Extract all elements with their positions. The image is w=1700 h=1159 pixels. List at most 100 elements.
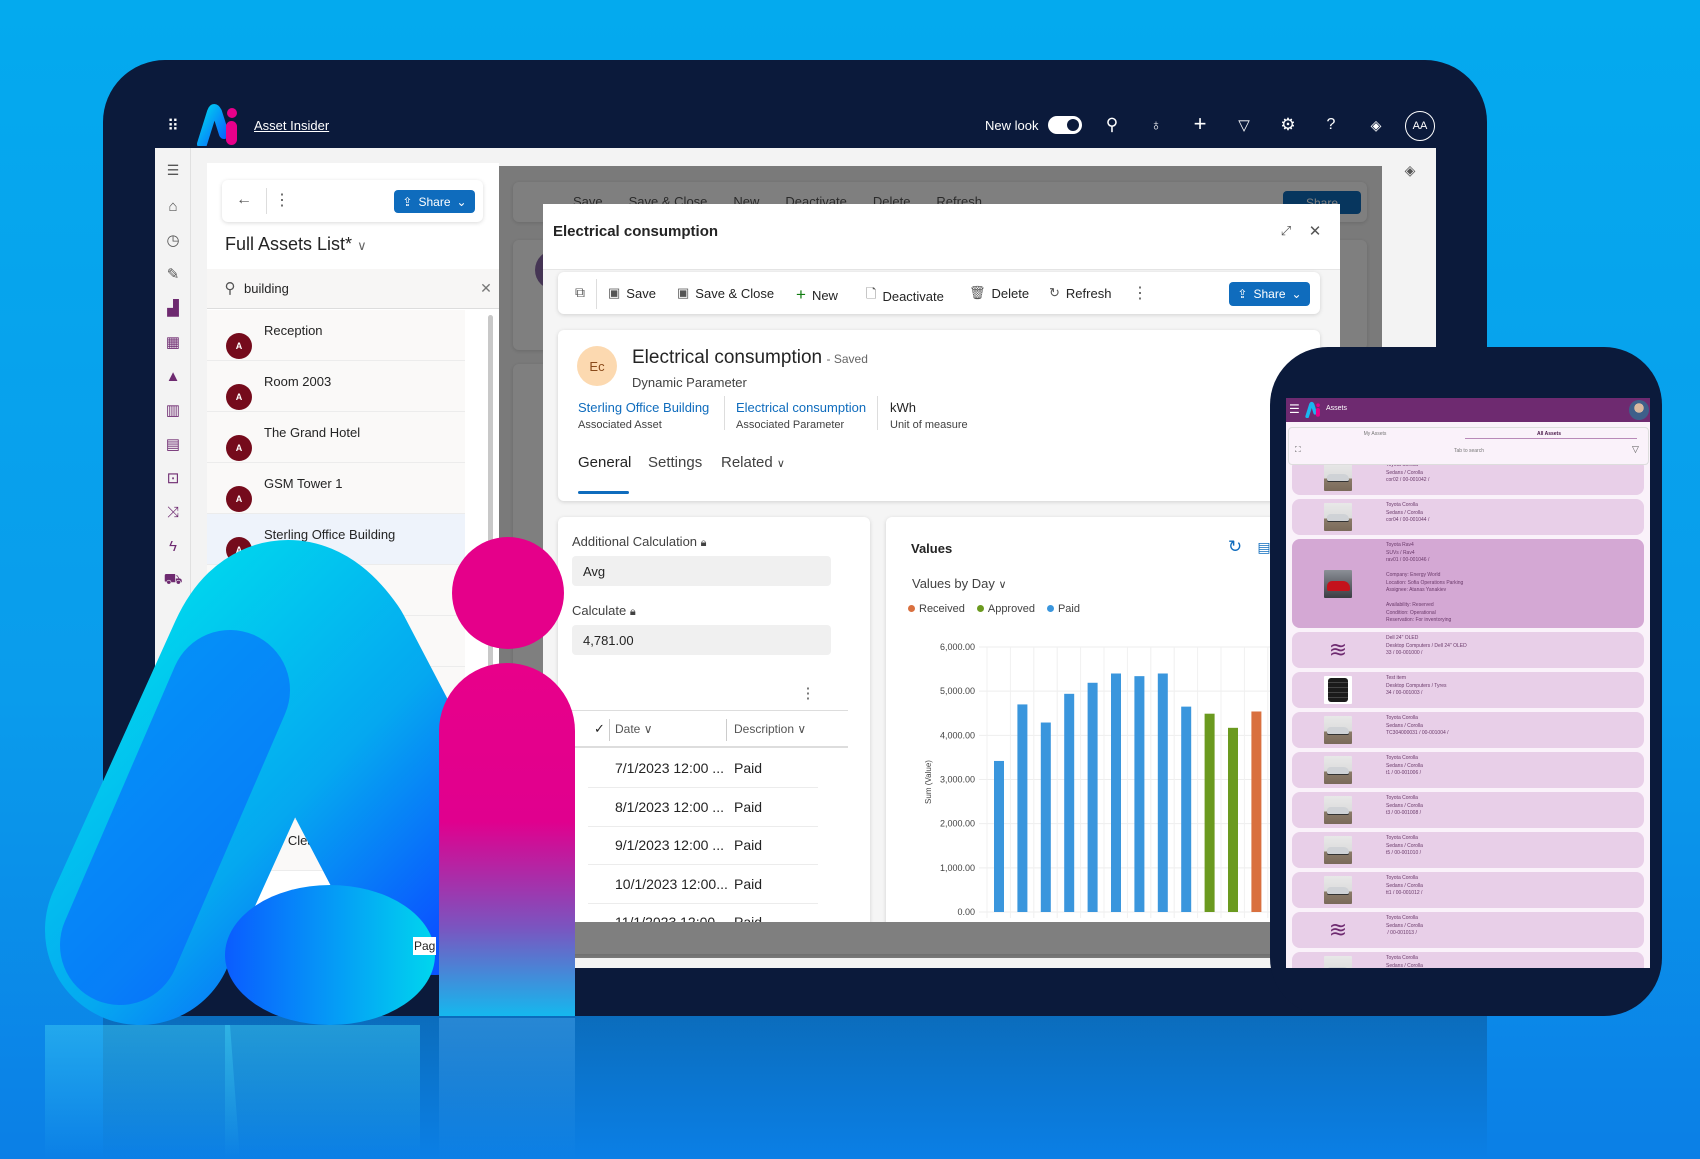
grid-options-icon[interactable]: ⋮ bbox=[801, 683, 816, 703]
lock-icon: 🔒︎ bbox=[629, 606, 636, 618]
bar-paid[interactable] bbox=[1157, 673, 1168, 913]
save-close-button[interactable]: ▣ Save & Close bbox=[677, 285, 774, 301]
chevron-down-icon: ⌄ bbox=[1291, 287, 1302, 301]
phone-asset-item[interactable]: Toyota Corolla Sedans / Corolla bbox=[1292, 952, 1644, 968]
list-item[interactable]: A The Grand Hotel bbox=[207, 412, 465, 463]
chart-icon[interactable]: ▟ bbox=[155, 297, 191, 319]
refresh-button[interactable]: ↻ Refresh bbox=[1049, 285, 1111, 301]
inventory-icon[interactable]: ⊡ bbox=[155, 467, 191, 489]
bar-paid[interactable] bbox=[1181, 706, 1192, 912]
barcode-scan-icon[interactable]: ⛶ bbox=[1295, 445, 1301, 455]
app-launcher-icon[interactable]: ⠿ bbox=[163, 116, 183, 136]
filter-icon[interactable]: ▽ bbox=[1234, 115, 1254, 135]
tab-settings[interactable]: Settings bbox=[648, 454, 702, 471]
share-button[interactable]: ⇪ Share ⌄ bbox=[1229, 282, 1310, 306]
phone-asset-item[interactable]: Toyota Corolla Sedans / Corolla t1 / 00-… bbox=[1292, 752, 1644, 788]
phone-search-input[interactable]: Tab to search bbox=[1409, 448, 1529, 454]
copilot-icon[interactable]: ◈ bbox=[1366, 115, 1386, 135]
header-field-associated-asset[interactable]: Sterling Office Building Associated Asset bbox=[578, 400, 709, 431]
recent-icon[interactable]: ◷ bbox=[155, 229, 191, 251]
deactivate-button[interactable]: 🗋 Deactivate bbox=[866, 285, 944, 307]
save-button[interactable]: ▣ Save bbox=[608, 285, 656, 301]
map-icon[interactable]: ▥ bbox=[155, 399, 191, 421]
search-icon[interactable]: ⚲ bbox=[1102, 115, 1122, 135]
asset-photo bbox=[1324, 876, 1352, 904]
bar-paid[interactable] bbox=[1087, 682, 1098, 912]
user-avatar[interactable] bbox=[1629, 400, 1649, 420]
column-date[interactable]: Date ∨ bbox=[615, 722, 652, 736]
phone-asset-item[interactable]: ≋ Dell 24" OLED Desktop Computers / Dell … bbox=[1292, 632, 1644, 668]
share-button[interactable]: ⇪ Share ⌄ bbox=[394, 190, 475, 213]
expand-icon[interactable]: ⤢ bbox=[1277, 222, 1295, 240]
phone-asset-item[interactable]: Toyota Rav4 SUVs / Rav4 rav01 / 00-00104… bbox=[1292, 539, 1644, 628]
pager-label[interactable]: Pag bbox=[413, 937, 437, 955]
phone-asset-item[interactable]: ≋ Toyota Corolla Sedans / Corolla / 00-00… bbox=[1292, 912, 1644, 948]
more-options-icon[interactable]: ⋮ bbox=[274, 190, 290, 210]
tab-my-assets[interactable]: My Assets bbox=[1345, 431, 1405, 437]
phone-asset-item[interactable]: Toyota Corolla Sedans / Corolla TC304000… bbox=[1292, 712, 1644, 748]
column-description[interactable]: Description ∨ bbox=[734, 722, 806, 736]
calendar-icon[interactable]: ▦ bbox=[155, 331, 191, 353]
asset-avatar: A bbox=[226, 333, 252, 359]
tab-related[interactable]: Related ∨ bbox=[721, 454, 785, 471]
phone-asset-item[interactable]: Toyota Corolla Sedans / Corolla t3 / 00-… bbox=[1292, 792, 1644, 828]
delete-button[interactable]: 🗑 Delete bbox=[969, 285, 1029, 301]
filter-icon[interactable]: ▽ bbox=[1632, 444, 1639, 455]
list-item[interactable]: A Room 2003 bbox=[207, 361, 465, 412]
phone-asset-item[interactable]: Test item Desktop Computers / Tyres 34 /… bbox=[1292, 672, 1644, 708]
asset-insider-logo bbox=[197, 104, 237, 146]
bar-paid[interactable] bbox=[994, 760, 1004, 912]
more-commands-icon[interactable]: ⋮ bbox=[1132, 283, 1148, 303]
command-bar: ⧉ ▣ Save ▣ Save & Close + New 🗋 Deactivate 🗑… bbox=[558, 272, 1320, 314]
table-row[interactable]: 11/1/2023 12:00 Paid bbox=[588, 904, 818, 922]
table-row[interactable]: 8/1/2023 12:00 ... Paid bbox=[588, 789, 818, 827]
bar-received[interactable] bbox=[1251, 711, 1262, 912]
bar-approved[interactable] bbox=[1204, 713, 1215, 912]
dialog-header: Electrical consumption ⤢ ✕ bbox=[543, 204, 1340, 270]
header-field-associated-parameter[interactable]: Electrical consumption Associated Paramet… bbox=[736, 400, 866, 431]
table-row[interactable]: 7/1/2023 12:00 ... Paid bbox=[588, 750, 818, 788]
asset-details: Toyota Corolla Sedans / Corolla cor02 / … bbox=[1386, 462, 1430, 483]
y-tick-label: 4,000.00 bbox=[940, 730, 975, 740]
search-input[interactable]: building bbox=[244, 281, 289, 296]
triangle-icon[interactable]: ▲ bbox=[155, 365, 191, 387]
cell-date: 7/1/2023 12:00 ... bbox=[615, 760, 724, 776]
bar-paid[interactable] bbox=[1111, 673, 1121, 913]
list-item[interactable]: A Reception bbox=[207, 310, 465, 361]
phone-asset-item[interactable]: Toyota Corolla Sedans / Corolla tt1 / 00… bbox=[1292, 872, 1644, 908]
bar-approved[interactable] bbox=[1228, 727, 1238, 912]
lightbulb-icon[interactable]: ♁ bbox=[1146, 115, 1166, 135]
new-button[interactable]: + New bbox=[796, 285, 838, 305]
table-row[interactable]: 9/1/2023 12:00 ... Paid bbox=[588, 827, 818, 865]
clear-search-icon[interactable]: ✕ bbox=[477, 279, 495, 297]
record-avatar: Ec bbox=[577, 346, 617, 386]
app-title-link[interactable]: Asset Insider bbox=[254, 118, 329, 133]
plus-icon[interactable]: + bbox=[1190, 111, 1210, 136]
pin-icon[interactable]: ✎ bbox=[155, 263, 191, 285]
popout-icon[interactable]: ⧉ bbox=[571, 283, 589, 301]
menu-icon[interactable]: ☰ bbox=[155, 159, 191, 181]
user-avatar[interactable]: AA bbox=[1405, 111, 1435, 141]
gear-icon[interactable]: ⚙ bbox=[1278, 115, 1298, 135]
copilot-icon[interactable]: ◈ bbox=[1400, 160, 1420, 180]
close-icon[interactable]: ✕ bbox=[1306, 222, 1324, 240]
asset-card-icon[interactable]: ▤ bbox=[155, 433, 191, 455]
view-title[interactable]: Full Assets List* ∨ bbox=[225, 234, 367, 255]
phone-asset-item[interactable]: Toyota Corolla Sedans / Corolla cor04 / … bbox=[1292, 499, 1644, 535]
hamburger-icon[interactable]: ☰ bbox=[1289, 403, 1300, 415]
search-box[interactable]: ⚲ building ✕ bbox=[207, 269, 499, 309]
tab-all-assets[interactable]: All Assets bbox=[1519, 431, 1579, 437]
bar-paid[interactable] bbox=[1040, 722, 1051, 912]
bar-paid[interactable] bbox=[1017, 704, 1028, 912]
new-look-toggle[interactable] bbox=[1048, 116, 1082, 134]
home-icon[interactable]: ⌂ bbox=[155, 195, 191, 217]
bar-paid[interactable] bbox=[1064, 693, 1075, 912]
tab-general[interactable]: General bbox=[578, 454, 631, 471]
back-arrow-icon[interactable]: ← bbox=[234, 190, 254, 210]
phone-asset-item[interactable]: Toyota Corolla Sedans / Corolla t5 / 00-… bbox=[1292, 832, 1644, 868]
help-icon[interactable]: ? bbox=[1321, 115, 1341, 135]
bar-paid[interactable] bbox=[1134, 676, 1145, 912]
list-toolbar: ← ⋮ ⇪ Share ⌄ bbox=[222, 180, 483, 222]
table-row[interactable]: 10/1/2023 12:00... Paid bbox=[588, 866, 818, 904]
stack-icon: ≋ bbox=[1328, 917, 1348, 942]
